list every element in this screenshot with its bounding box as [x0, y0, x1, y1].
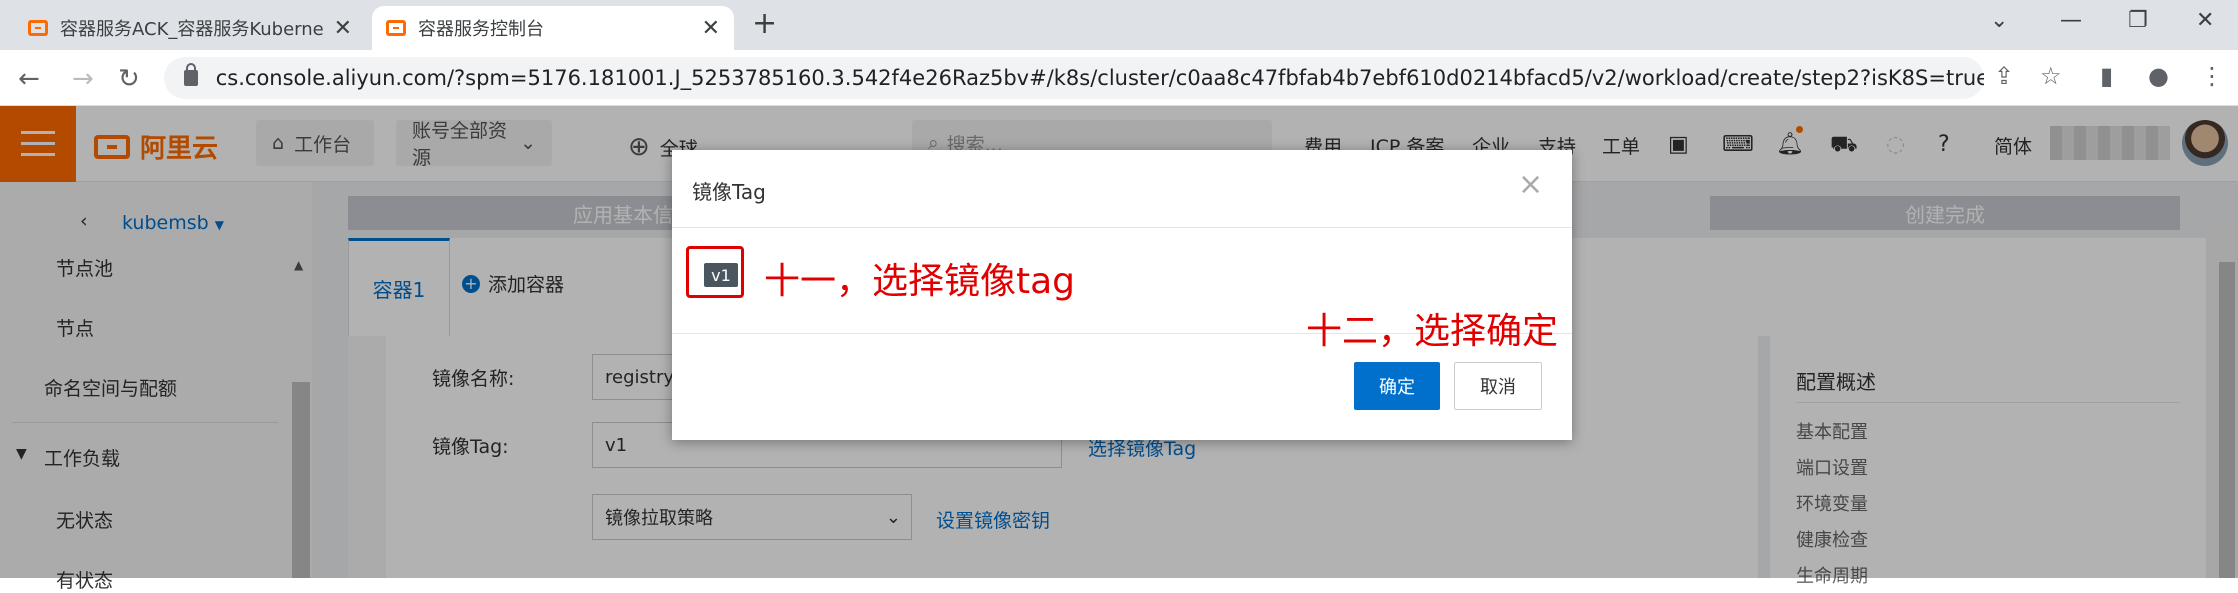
address-bar-row: ← → ↻ cs.console.aliyun.com/?spm=5176.18…: [0, 50, 2238, 106]
share-icon[interactable]: ⇪: [1994, 62, 2014, 90]
annotation-step12: 十二，选择确定: [1306, 311, 1559, 352]
tag-highlight-box: v1: [686, 246, 744, 298]
url-text: cs.console.aliyun.com/?spm=5176.181001.J…: [215, 66, 1984, 90]
close-tab-icon[interactable]: ✕: [334, 16, 352, 41]
dialog-title: 镜像Tag: [692, 180, 766, 204]
browser-tab-ack[interactable]: 容器服务ACK_容器服务Kuberne ✕: [14, 6, 366, 50]
tab-title: 容器服务控制台: [418, 19, 544, 40]
bookmark-star-icon[interactable]: ☆: [2040, 62, 2062, 90]
aliyun-favicon-icon: [386, 20, 406, 36]
side-panel-icon[interactable]: ▮: [2100, 62, 2113, 90]
back-icon[interactable]: ←: [18, 64, 40, 94]
dialog-header-divider: [672, 227, 1572, 228]
confirm-button[interactable]: 确定: [1354, 362, 1440, 410]
forward-icon[interactable]: →: [72, 64, 94, 94]
window-close-button[interactable]: ✕: [2196, 8, 2214, 33]
reload-icon[interactable]: ↻: [118, 64, 140, 94]
profile-icon[interactable]: ●: [2148, 62, 2169, 90]
new-tab-button[interactable]: +: [752, 6, 777, 41]
close-icon[interactable]: ×: [1518, 170, 1543, 200]
tag-option-v1[interactable]: v1: [704, 263, 738, 287]
lock-icon: [184, 63, 198, 86]
menu-icon[interactable]: ⋮: [2200, 62, 2224, 90]
restore-button[interactable]: ❐: [2128, 8, 2148, 33]
aliyun-favicon-icon: [28, 20, 48, 36]
browser-tab-strip: 容器服务ACK_容器服务Kuberne ✕ 容器服务控制台 ✕ + ⌄ — ❐ …: [0, 0, 2238, 50]
close-tab-icon[interactable]: ✕: [702, 16, 720, 41]
minimize-button[interactable]: —: [2060, 8, 2082, 33]
cancel-button[interactable]: 取消: [1454, 362, 1542, 410]
browser-tab-console[interactable]: 容器服务控制台 ✕: [372, 6, 734, 50]
annotation-step11: 十一，选择镜像tag: [764, 261, 1076, 302]
tab-title: 容器服务ACK_容器服务Kuberne: [60, 19, 324, 40]
url-input[interactable]: cs.console.aliyun.com/?spm=5176.181001.J…: [164, 57, 1984, 99]
tab-search-icon[interactable]: ⌄: [1990, 8, 2008, 33]
